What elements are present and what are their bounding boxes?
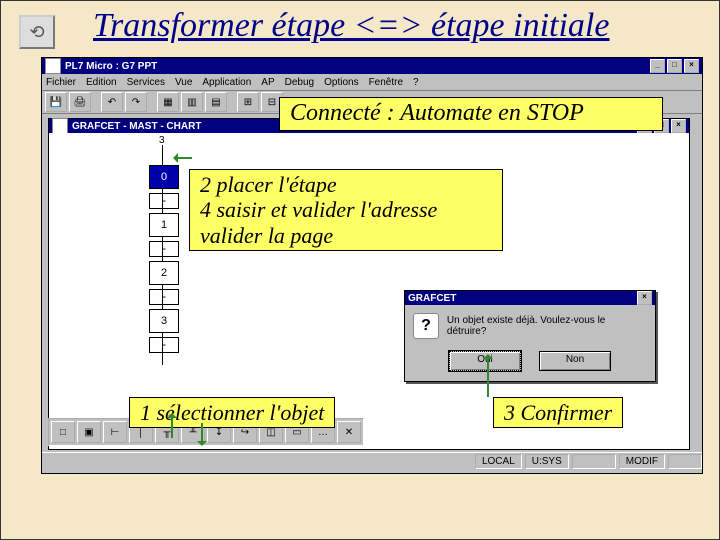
- close-button[interactable]: ×: [684, 59, 699, 73]
- app-icon: [45, 58, 61, 74]
- trans-2[interactable]: -: [149, 289, 179, 305]
- pal-delete-icon[interactable]: ✕: [337, 421, 361, 443]
- dialog-titlebar: GRAFCET ×: [405, 291, 655, 305]
- menu-vue[interactable]: Vue: [175, 77, 192, 88]
- step-1[interactable]: 1: [149, 213, 179, 237]
- menu-options[interactable]: Options: [324, 77, 358, 88]
- menubar: Fichier Edition Services Vue Application…: [42, 74, 702, 91]
- menu-ap[interactable]: AP: [261, 77, 274, 88]
- mdi-icon: [52, 118, 68, 134]
- maximize-button[interactable]: □: [667, 59, 682, 73]
- tb-undo-icon[interactable]: ↶: [101, 92, 123, 112]
- trans-0[interactable]: -: [149, 193, 179, 209]
- tb-redo-icon[interactable]: ↷: [125, 92, 147, 112]
- arrow-step3: [487, 357, 489, 397]
- question-icon: ?: [413, 313, 439, 339]
- status-modif: MODIF: [619, 454, 665, 469]
- trans-1[interactable]: -: [149, 241, 179, 257]
- dialog-title: GRAFCET: [408, 293, 456, 304]
- menu-fichier[interactable]: Fichier: [46, 77, 76, 88]
- menu-debug[interactable]: Debug: [285, 77, 314, 88]
- tb-print-icon[interactable]: 🖨: [69, 92, 91, 112]
- minimize-button[interactable]: _: [650, 59, 665, 73]
- dialog-no-button[interactable]: Non: [539, 351, 611, 371]
- mdi-close-button[interactable]: ×: [671, 119, 686, 133]
- step-3[interactable]: 3: [149, 309, 179, 333]
- menu-help[interactable]: ?: [413, 77, 419, 88]
- slide-title: Transformer étape <=> étape initiale: [93, 7, 609, 45]
- confirm-dialog: GRAFCET × ? Un objet existe déjà. Voulez…: [404, 290, 656, 382]
- pal-trans-icon[interactable]: ⊢: [103, 421, 127, 443]
- status-local: LOCAL: [475, 454, 522, 469]
- menu-edition[interactable]: Edition: [86, 77, 117, 88]
- mdi-title-text: GRAFCET - MAST - CHART: [72, 121, 201, 132]
- tb-grid3-icon[interactable]: ▤: [205, 92, 227, 112]
- status-empty: [572, 454, 616, 469]
- callout-steps24: 2 placer l'étape 4 saisir et valider l'a…: [189, 169, 503, 251]
- tb-grid2-icon[interactable]: ▥: [181, 92, 203, 112]
- pal-initstep-icon[interactable]: ▣: [77, 421, 101, 443]
- step-0[interactable]: 0: [149, 165, 179, 189]
- callout-step1: 1 sélectionner l'objet: [129, 397, 335, 428]
- status-blank: [668, 454, 702, 469]
- trans-3[interactable]: -: [149, 337, 179, 353]
- tb-save-icon[interactable]: 💾: [45, 92, 67, 112]
- arrow-to-step0: [176, 157, 192, 159]
- status-usys: U:SYS: [525, 454, 569, 469]
- pal-step-icon[interactable]: □: [51, 421, 75, 443]
- tb-grid1-icon[interactable]: ▦: [157, 92, 179, 112]
- callout-validate: valider la page: [200, 223, 492, 248]
- callout-step4: 4 saisir et valider l'adresse: [200, 197, 492, 222]
- back-button[interactable]: ⟲: [19, 15, 55, 49]
- callout-status: Connecté : Automate en STOP: [279, 97, 663, 131]
- callout-step2: 2 placer l'étape: [200, 172, 492, 197]
- step-2[interactable]: 2: [149, 261, 179, 285]
- callout-step3: 3 Confirmer: [493, 397, 623, 428]
- menu-fenetre[interactable]: Fenêtre: [369, 77, 403, 88]
- app-title: PL7 Micro : G7 PPT: [65, 61, 157, 72]
- app-titlebar: PL7 Micro : G7 PPT _ □ ×: [42, 58, 702, 74]
- dialog-close-button[interactable]: ×: [637, 291, 652, 305]
- statusbar: LOCAL U:SYS MODIF: [42, 452, 702, 469]
- dialog-message: Un objet existe déjà. Voulez-vous le dét…: [447, 315, 647, 337]
- arrow-step1-a: [171, 416, 173, 438]
- arrow-step1-b: [201, 423, 203, 443]
- menu-services[interactable]: Services: [127, 77, 165, 88]
- tb-tool1-icon[interactable]: ⊞: [237, 92, 259, 112]
- menu-application[interactable]: Application: [202, 77, 251, 88]
